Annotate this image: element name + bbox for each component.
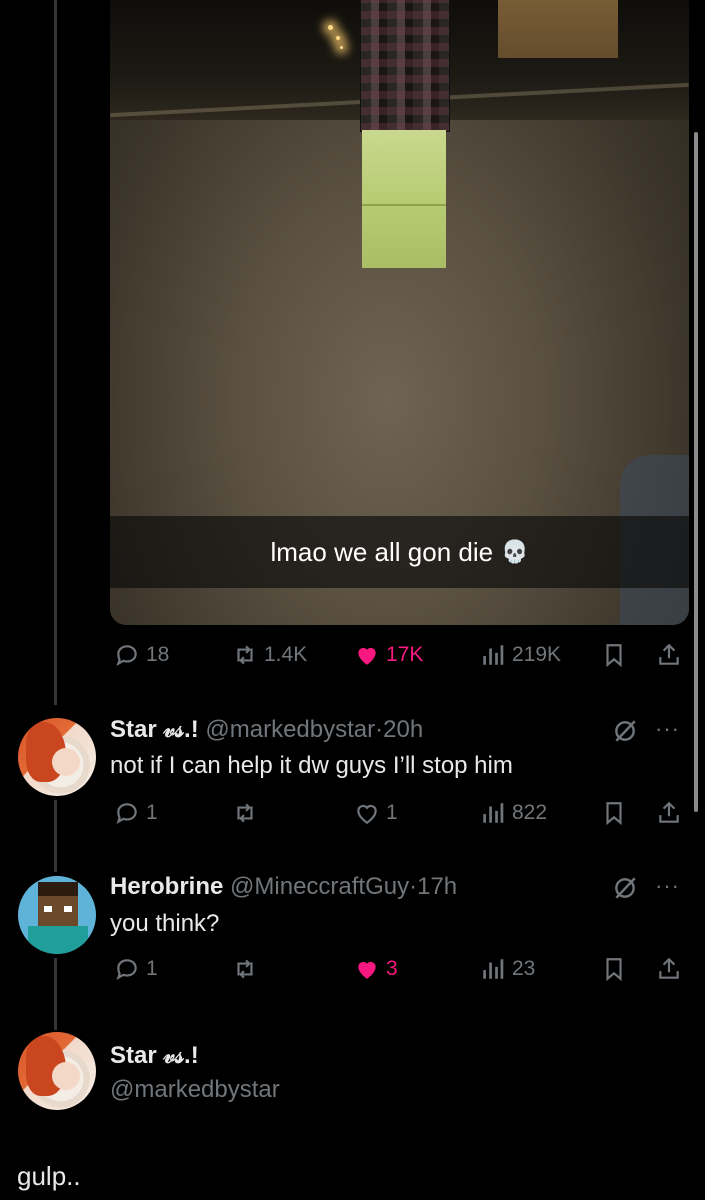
display-name[interactable]: Star 𝓋𝓈.! (110, 1042, 199, 1070)
reply-count: 18 (146, 643, 170, 666)
media-street-lamp (328, 25, 333, 30)
display-name[interactable]: Herobrine (110, 873, 223, 900)
bookmark-icon (606, 802, 622, 826)
thread-line-top (54, 0, 57, 705)
bookmark-icon (606, 958, 622, 982)
reply-header: Herobrine @MineccraftGuy·17h (110, 873, 457, 901)
like-count: 17K (386, 643, 424, 666)
footer-caption-text: gulp.. (17, 1161, 81, 1191)
views-chart-icon (483, 959, 504, 979)
like-button[interactable]: 3 (354, 956, 398, 982)
avatar-hair (38, 882, 78, 896)
views-count: 23 (512, 957, 536, 980)
repost-icon (237, 959, 253, 979)
more-options-icon[interactable]: ··· (655, 716, 680, 742)
timestamp[interactable]: 20h (383, 716, 423, 743)
bookmark-button[interactable] (601, 956, 627, 982)
media-background-building (498, 0, 618, 58)
media-caption-text: lmao we all gon die (270, 536, 494, 567)
share-button[interactable] (656, 956, 682, 982)
repost-icon (237, 803, 253, 823)
dot-separator: · (409, 873, 418, 900)
reply-text: not if I can help it dw guys I’ll stop h… (110, 752, 513, 779)
reply-count: 1 (146, 801, 158, 824)
views-chart-icon (483, 803, 504, 823)
dot-separator: · (375, 716, 384, 743)
views-button[interactable]: 23 (480, 956, 535, 982)
share-button[interactable] (656, 800, 682, 826)
like-count: 3 (386, 957, 398, 980)
views-chart-icon (483, 645, 504, 665)
views-count: 219K (512, 643, 562, 666)
display-name[interactable]: Star 𝓋𝓈.! (110, 716, 199, 743)
tweet-media-image[interactable]: lmao we all gon die 💀 (110, 0, 689, 625)
media-street-lamp (336, 36, 340, 40)
reply-button[interactable]: 1 (114, 956, 158, 982)
heart-filled-icon (358, 647, 376, 665)
views-button[interactable]: 822 (480, 800, 547, 826)
reply-icon (116, 645, 137, 666)
grok-icon[interactable] (612, 875, 638, 901)
avatar[interactable] (18, 718, 96, 796)
avatar-shirt (28, 926, 88, 954)
bookmark-icon (606, 644, 622, 668)
thread-line-mid (54, 800, 57, 872)
like-button[interactable]: 1 (354, 800, 398, 826)
reply-button[interactable]: 18 (114, 642, 169, 668)
share-icon (659, 957, 679, 979)
share-button[interactable] (656, 642, 682, 668)
heart-filled-icon (358, 961, 376, 979)
repost-icon (237, 645, 253, 665)
reply-icon (116, 959, 137, 980)
user-handle[interactable]: @markedbystar (110, 1076, 280, 1104)
media-caption-bar: lmao we all gon die 💀 (110, 516, 689, 588)
heart-outline-icon (357, 804, 377, 825)
reply-text: you think? (110, 910, 220, 937)
scrollbar[interactable] (694, 132, 698, 812)
reply-header: Star 𝓋𝓈.! @markedbystar·20h (110, 716, 423, 744)
more-options-icon[interactable]: ··· (655, 873, 680, 899)
repost-button[interactable] (232, 800, 258, 826)
grok-icon[interactable] (612, 718, 638, 744)
avatar[interactable] (18, 876, 96, 954)
avatar[interactable] (18, 1032, 96, 1110)
user-handle[interactable]: @MineccraftGuy (230, 873, 409, 900)
reply-button[interactable]: 1 (114, 800, 158, 826)
user-handle[interactable]: @markedbystar (205, 716, 375, 743)
views-button[interactable]: 219K (480, 642, 561, 668)
like-count: 1 (386, 801, 398, 824)
timestamp[interactable]: 17h (417, 873, 457, 900)
bookmark-button[interactable] (601, 642, 627, 668)
share-icon (659, 801, 679, 823)
media-minecraft-figure-head (360, 0, 450, 132)
reply-count: 1 (146, 957, 158, 980)
share-icon (659, 643, 679, 665)
like-button[interactable]: 17K (354, 642, 423, 668)
skull-emoji: 💀 (501, 539, 529, 564)
avatar-eye (44, 906, 52, 912)
repost-button[interactable] (232, 956, 258, 982)
reply-icon (116, 803, 137, 824)
media-street-lamp (340, 46, 343, 49)
bookmark-button[interactable] (601, 800, 627, 826)
thread-line-bottom (54, 958, 57, 1030)
avatar-eye (64, 906, 72, 912)
media-minecraft-figure-body (362, 130, 446, 268)
repost-count: 1.4K (264, 643, 308, 666)
views-count: 822 (512, 801, 548, 824)
repost-button[interactable]: 1.4K (232, 642, 307, 668)
